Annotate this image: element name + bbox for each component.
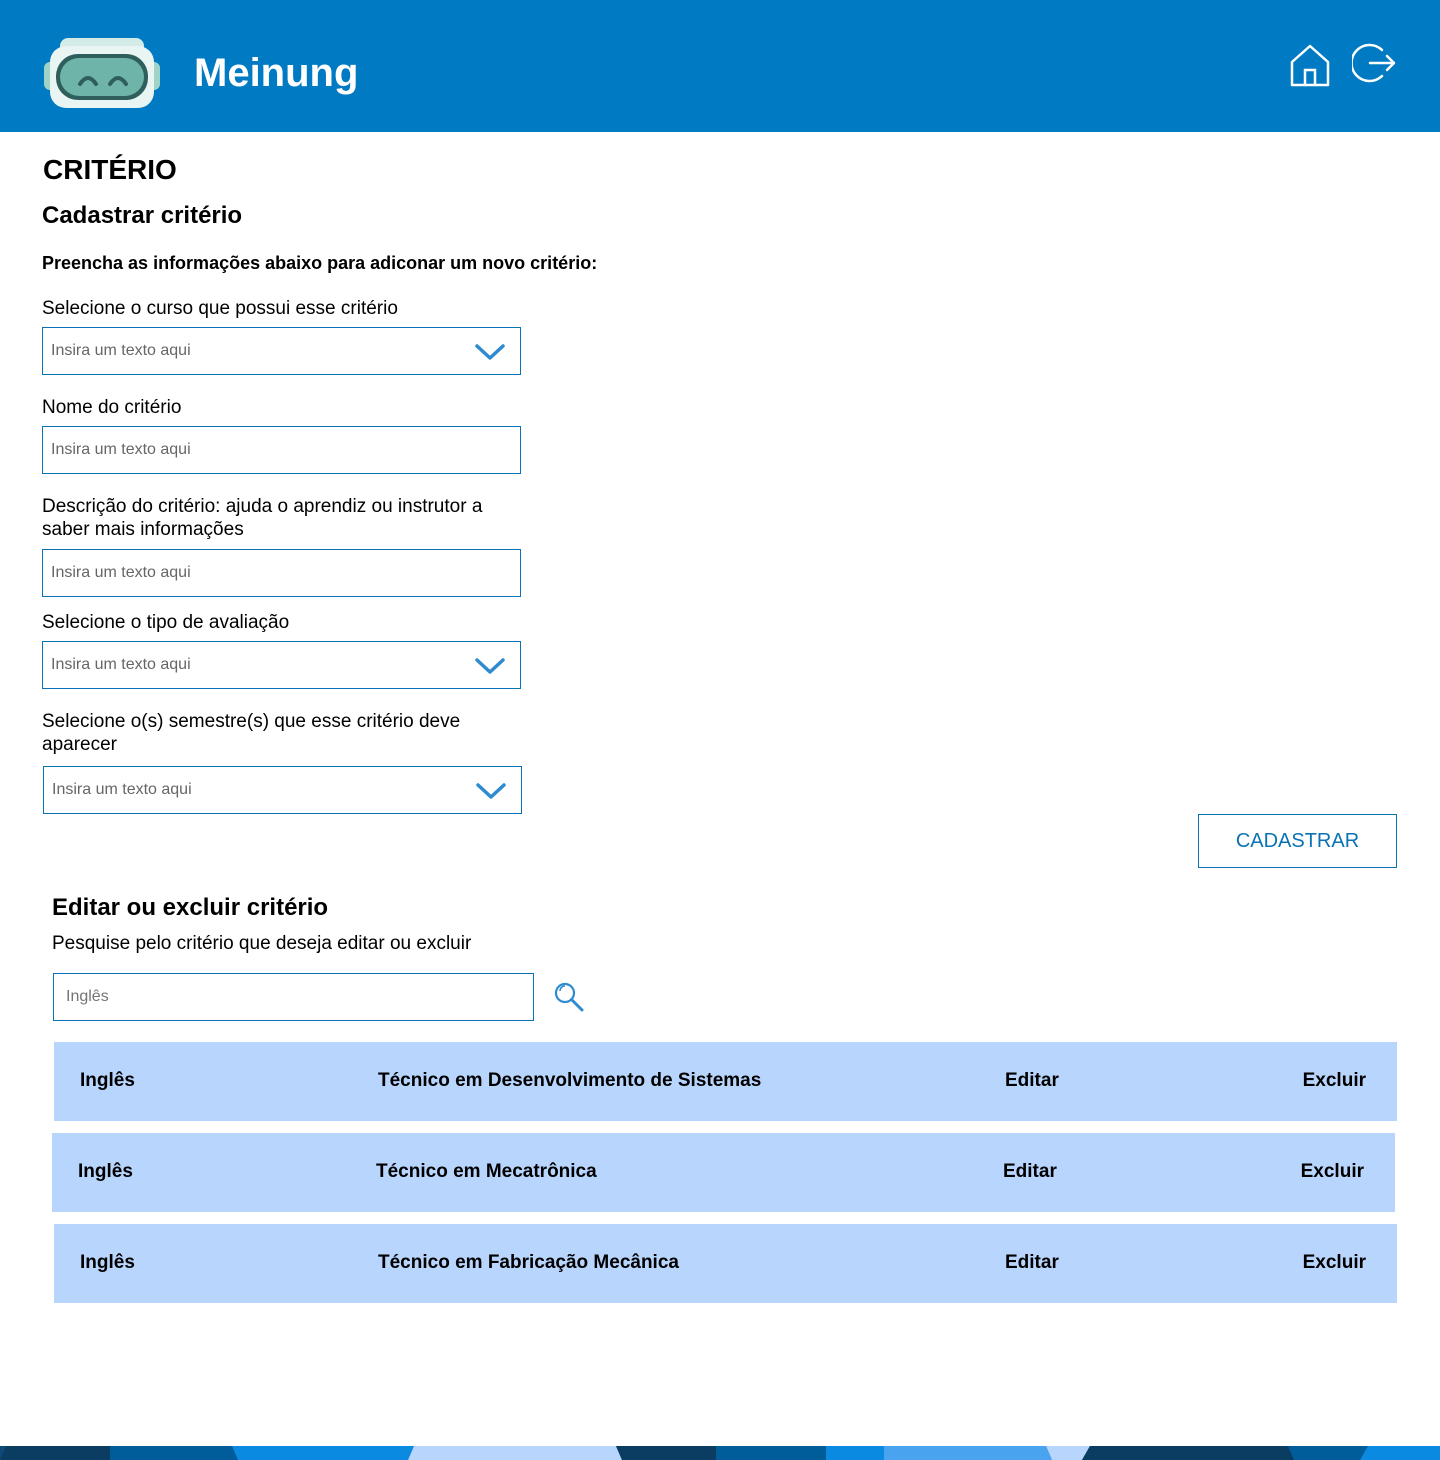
app-header: Meinung — [0, 0, 1440, 132]
evaluation-type-label: Selecione o tipo de avaliação — [42, 612, 290, 633]
robot-logo-icon — [44, 38, 160, 108]
semester-input[interactable] — [44, 767, 521, 813]
semester-select[interactable] — [43, 766, 522, 814]
chevron-down-icon[interactable] — [475, 781, 507, 801]
edit-section-title: Editar ou excluir critério — [52, 894, 329, 921]
register-instructions: Preencha as informações abaixo para adic… — [42, 253, 598, 273]
edit-link[interactable]: Editar — [1003, 1161, 1057, 1183]
delete-link[interactable]: Excluir — [1301, 1161, 1364, 1183]
cadastrar-button[interactable]: CADASTRAR — [1198, 814, 1397, 868]
delete-link[interactable]: Excluir — [1303, 1252, 1366, 1274]
evaluation-type-select[interactable] — [42, 641, 521, 689]
criterion-description-field[interactable] — [42, 549, 521, 597]
course-select[interactable] — [42, 327, 521, 375]
chevron-down-icon[interactable] — [474, 342, 506, 362]
logout-icon[interactable] — [1352, 40, 1396, 86]
course-label: Selecione o curso que possui esse critér… — [42, 298, 398, 319]
edit-link[interactable]: Editar — [1005, 1070, 1059, 1092]
criterion-name-field[interactable] — [42, 426, 521, 474]
register-section-title: Cadastrar critério — [42, 202, 243, 229]
page-title: CRITÉRIO — [43, 154, 177, 185]
app-title: Meinung — [194, 51, 359, 95]
criterion-name-cell: Inglês — [80, 1070, 135, 1091]
search-input[interactable] — [54, 974, 533, 1020]
semester-label: Selecione o(s) semestre(s) que esse crit… — [42, 711, 461, 755]
footer-stripe — [0, 1446, 1440, 1460]
course-cell: Técnico em Desenvolvimento de Sistemas — [378, 1070, 762, 1091]
search-description: Pesquise pelo critério que deseja editar… — [52, 933, 472, 954]
criterion-description-label: Descrição do critério: ajuda o aprendiz … — [42, 496, 483, 540]
course-cell: Técnico em Mecatrônica — [376, 1161, 597, 1182]
table-row: Inglês Técnico em Desenvolvimento de Sis… — [54, 1042, 1397, 1121]
course-cell: Técnico em Fabricação Mecânica — [378, 1252, 679, 1273]
course-select-input[interactable] — [43, 328, 520, 374]
chevron-down-icon[interactable] — [474, 656, 506, 676]
edit-link[interactable]: Editar — [1005, 1252, 1059, 1274]
table-row: Inglês Técnico em Fabricação Mecânica Ed… — [54, 1224, 1397, 1303]
delete-link[interactable]: Excluir — [1303, 1070, 1366, 1092]
criterion-name-input[interactable] — [43, 427, 520, 473]
criterion-name-label: Nome do critério — [42, 397, 182, 418]
criterion-name-cell: Inglês — [80, 1252, 135, 1273]
criterion-name-cell: Inglês — [78, 1161, 133, 1182]
criterion-description-input[interactable] — [43, 550, 520, 596]
evaluation-type-input[interactable] — [43, 642, 520, 688]
table-row: Inglês Técnico em Mecatrônica Editar Exc… — [52, 1133, 1395, 1212]
home-icon[interactable] — [1288, 42, 1332, 88]
search-icon[interactable] — [552, 980, 586, 1014]
search-field[interactable] — [53, 973, 534, 1021]
